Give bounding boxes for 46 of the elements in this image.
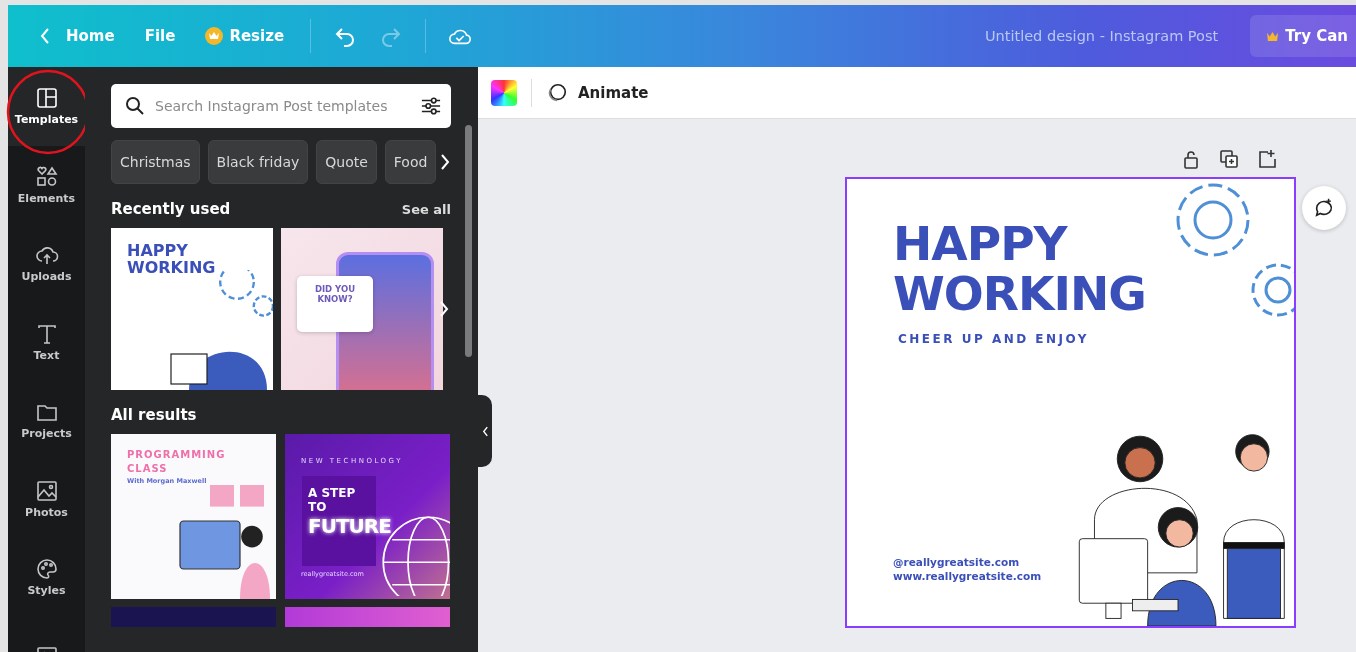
sidebar-item[interactable]: Templates: [8, 67, 85, 146]
section-title: Recently used: [111, 200, 231, 218]
scrollbar[interactable]: [465, 125, 472, 357]
add-page-icon[interactable]: [1257, 149, 1277, 169]
see-all-link[interactable]: See all: [401, 201, 451, 217]
lock-icon[interactable]: [1181, 149, 1201, 169]
duplicate-icon[interactable]: [1219, 149, 1239, 169]
template-thumbnail[interactable]: [111, 607, 276, 627]
color-picker-icon[interactable]: [491, 79, 517, 106]
design-tagline[interactable]: CHEER UP AND ENJOY: [898, 332, 1089, 346]
add-comment-button[interactable]: [1302, 186, 1346, 230]
category-chip[interactable]: Black friday: [207, 140, 309, 184]
chevron-right-icon[interactable]: [439, 300, 449, 318]
filter-icon[interactable]: [421, 96, 441, 116]
collapse-panel-button[interactable]: [478, 395, 492, 467]
upgrade-button[interactable]: Try Can: [1250, 15, 1356, 57]
search-icon: [125, 96, 145, 116]
layout-icon: [34, 86, 59, 111]
chevron-left-icon: [481, 425, 489, 437]
sidebar-item[interactable]: Elements: [8, 145, 85, 224]
crown-icon: [205, 27, 224, 45]
palette-icon: [34, 557, 59, 582]
sidebar-item[interactable]: Text: [8, 302, 85, 381]
category-chip[interactable]: Food: [384, 140, 437, 184]
sidebar-item[interactable]: Uploads: [8, 224, 85, 303]
sidebar-item[interactable]: Styles: [8, 538, 85, 617]
shapes-icon: [34, 164, 59, 189]
design-contact[interactable]: www.reallygreatsite.com: [893, 570, 1042, 582]
sidebar-item[interactable]: Projects: [8, 381, 85, 460]
design-headline[interactable]: HAPPY WORKING: [893, 219, 1163, 319]
design-contact[interactable]: @reallygreatsite.com: [893, 556, 1042, 568]
template-thumbnail[interactable]: [285, 607, 450, 627]
comment-add-icon: [1313, 197, 1335, 219]
image-icon: [34, 478, 59, 503]
chevron-left-icon: [40, 28, 50, 44]
circles-icon: [546, 81, 568, 104]
category-chip[interactable]: Christmas: [111, 140, 200, 184]
section-title: All results: [111, 406, 197, 424]
crown-icon: [1266, 30, 1280, 42]
sidebar-item[interactable]: Photos: [8, 459, 85, 538]
template-thumbnail[interactable]: HAPPY WORKING: [111, 228, 273, 390]
design-canvas[interactable]: HAPPY WORKING CHEER UP AND ENJOY @reallygreatsite.com www.reallygreatsite.com: [845, 177, 1296, 628]
search-bar[interactable]: Search Instagram Post templates: [111, 84, 451, 128]
category-chip[interactable]: Quote: [316, 140, 377, 184]
chevron-right-icon[interactable]: [440, 153, 451, 171]
animate-button[interactable]: Animate: [546, 81, 649, 104]
